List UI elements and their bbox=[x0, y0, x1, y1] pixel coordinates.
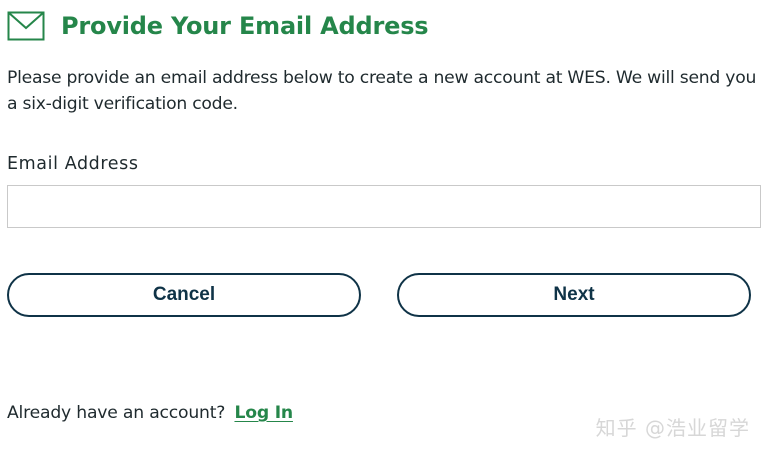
email-label: Email Address bbox=[7, 154, 139, 174]
page-heading: Provide Your Email Address bbox=[7, 9, 429, 43]
instructions-text: Please provide an email address below to… bbox=[7, 68, 757, 114]
login-prompt-text: Already have an account? bbox=[7, 403, 226, 423]
next-button[interactable]: Next bbox=[397, 273, 751, 317]
login-link[interactable]: Log In bbox=[234, 403, 293, 423]
cancel-button[interactable]: Cancel bbox=[7, 273, 361, 317]
email-field[interactable] bbox=[7, 185, 761, 228]
mail-icon bbox=[7, 11, 45, 41]
watermark: 知乎 @浩业留学 bbox=[595, 416, 750, 440]
login-prompt: Already have an account? Log In bbox=[7, 403, 293, 423]
page-title: Provide Your Email Address bbox=[61, 12, 429, 40]
